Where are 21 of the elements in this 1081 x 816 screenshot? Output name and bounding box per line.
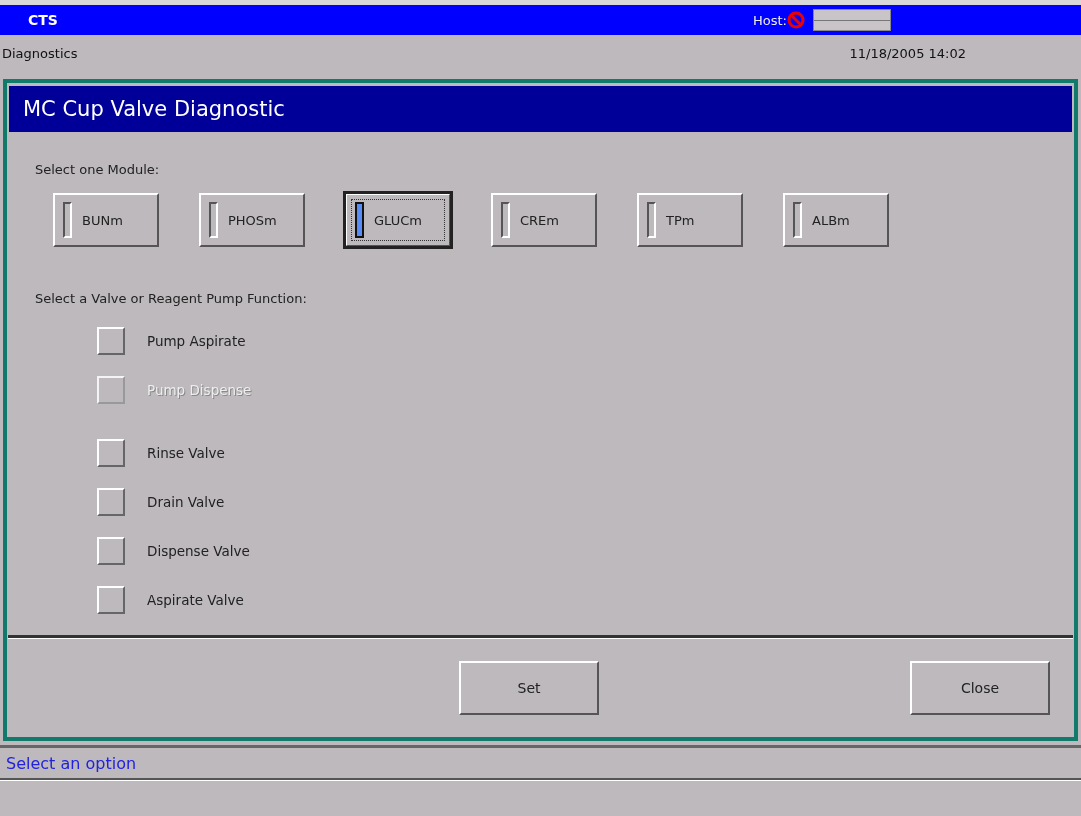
status-message: Select an option [0,745,1081,780]
module-button[interactable]: TPm [637,193,743,247]
function-prompt: Select a Valve or Reagent Pump Function: [35,291,308,306]
checkbox-label: Rinse Valve [147,444,225,461]
checkbox-label: Dispense Valve [147,542,250,559]
module-button[interactable]: BUNm [53,193,159,247]
checkbox-label: Drain Valve [147,493,225,510]
dialog-title: MC Cup Valve Diagnostic [9,86,1072,132]
module-prompt: Select one Module: [35,162,161,177]
date-time: 11/18/2005 14:02 [849,45,966,61]
checkbox-label: Pump Aspirate [147,332,246,349]
module-button[interactable]: PHOSm [199,193,305,247]
set-button[interactable]: Set [459,661,599,715]
screen-name: Diagnostics [2,45,78,61]
module-button[interactable]: ALBm [783,193,889,247]
module-button[interactable]: CREm [491,193,597,247]
host-label: Host: [753,12,787,28]
module-button[interactable]: GLUCm [345,193,451,247]
close-button[interactable]: Close [910,661,1050,715]
checkbox-label: Aspirate Valve [147,591,244,608]
app-title: CTS [28,12,58,28]
